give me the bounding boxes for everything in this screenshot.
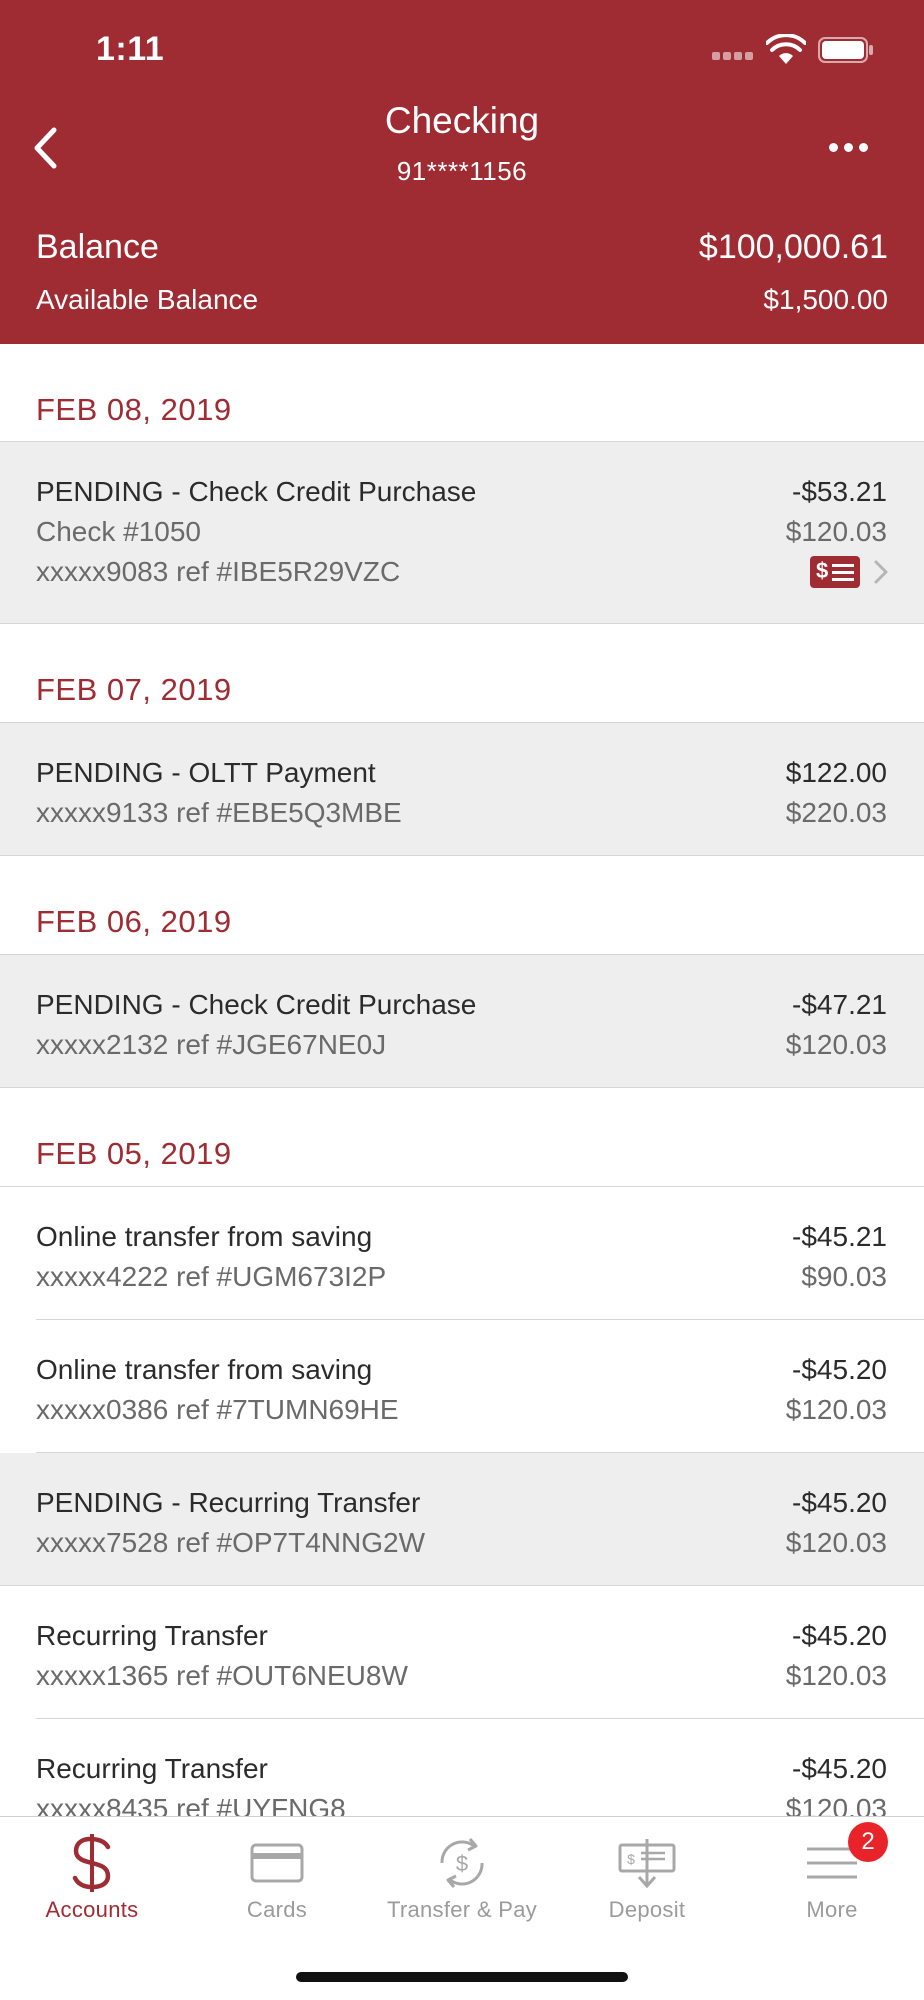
balance-value: $100,000.61 bbox=[698, 228, 888, 266]
available-balance-label: Available Balance bbox=[36, 284, 259, 315]
transaction-title: PENDING - Check Credit Purchase bbox=[36, 989, 477, 1020]
transaction-row[interactable]: Recurring Transfer xxxxx8435 ref #UYFNG8… bbox=[0, 1719, 924, 1816]
transaction-ref: xxxxx1365 ref #OUT6NEU8W bbox=[36, 1660, 408, 1691]
ellipsis-icon bbox=[826, 139, 871, 157]
tab-more[interactable]: More bbox=[740, 1817, 924, 1937]
balance-label: Balance bbox=[36, 228, 159, 266]
date-header: FEB 07, 2019 bbox=[0, 624, 924, 723]
more-options-button[interactable] bbox=[820, 128, 876, 168]
transaction-amount: -$47.21 bbox=[792, 989, 887, 1020]
check-image-icon: $ bbox=[810, 556, 860, 588]
notification-badge: 2 bbox=[848, 1822, 888, 1862]
deposit-check-icon: $ bbox=[618, 1839, 676, 1889]
transaction-amount: -$53.21 bbox=[792, 476, 887, 507]
transaction-amount: -$45.20 bbox=[792, 1620, 887, 1651]
transaction-row[interactable]: PENDING - Check Credit Purchase Check #1… bbox=[0, 442, 924, 624]
svg-text:$: $ bbox=[627, 1851, 635, 1867]
svg-text:$: $ bbox=[456, 1851, 468, 1876]
transaction-title: PENDING - Recurring Transfer bbox=[36, 1487, 421, 1518]
transaction-list[interactable]: FEB 08, 2019 PENDING - Check Credit Purc… bbox=[0, 344, 924, 1816]
transaction-title: PENDING - Check Credit Purchase bbox=[36, 476, 477, 507]
transaction-row[interactable]: PENDING - Check Credit Purchase xxxxx213… bbox=[0, 955, 924, 1088]
status-time: 1:11 bbox=[96, 30, 165, 68]
tab-label: Cards bbox=[246, 1897, 308, 1922]
dollar-icon bbox=[72, 1834, 111, 1892]
cellular-signal-icon bbox=[712, 52, 756, 60]
tab-cards[interactable]: Cards bbox=[185, 1817, 369, 1937]
tab-label: Transfer & Pay bbox=[386, 1897, 538, 1922]
date-header: FEB 06, 2019 bbox=[0, 856, 924, 955]
transaction-title: PENDING - OLTT Payment bbox=[36, 757, 376, 788]
transaction-ref: xxxxx0386 ref #7TUMN69HE bbox=[36, 1394, 399, 1425]
transaction-amount: -$45.20 bbox=[792, 1487, 887, 1518]
transaction-amount: $122.00 bbox=[785, 757, 887, 788]
transaction-amount: -$45.20 bbox=[792, 1354, 887, 1385]
running-balance: $120.03 bbox=[785, 1793, 887, 1816]
running-balance: $220.03 bbox=[785, 797, 887, 828]
tab-deposit[interactable]: $ Deposit bbox=[555, 1817, 739, 1937]
transaction-ref: xxxxx9083 ref #IBE5R29VZC bbox=[36, 556, 401, 587]
chevron-right-icon bbox=[874, 560, 888, 584]
transaction-amount: -$45.21 bbox=[792, 1221, 887, 1252]
view-check-image[interactable]: $ bbox=[810, 556, 890, 588]
available-balance-value: $1,500.00 bbox=[763, 284, 888, 315]
transaction-ref: xxxxx2132 ref #JGE67NE0J bbox=[36, 1029, 387, 1060]
tab-label: Accounts bbox=[45, 1897, 139, 1922]
transaction-row[interactable]: Online transfer from saving xxxxx0386 re… bbox=[0, 1320, 924, 1453]
transaction-ref: xxxxx8435 ref #UYFNG8 bbox=[36, 1793, 346, 1816]
running-balance: $120.03 bbox=[785, 1527, 887, 1558]
transaction-row[interactable]: Recurring Transfer xxxxx1365 ref #OUT6NE… bbox=[0, 1586, 924, 1719]
date-header: FEB 08, 2019 bbox=[0, 344, 924, 442]
home-indicator[interactable] bbox=[296, 1972, 628, 1982]
account-header: 1:11 Checking 91****1156 Balance $100,00… bbox=[0, 0, 924, 344]
transaction-row[interactable]: PENDING - OLTT Payment xxxxx9133 ref #EB… bbox=[0, 723, 924, 856]
tab-accounts[interactable]: Accounts bbox=[0, 1817, 184, 1937]
transaction-ref: xxxxx9133 ref #EBE5Q3MBE bbox=[36, 797, 402, 828]
tab-label: Deposit bbox=[608, 1897, 686, 1922]
battery-icon bbox=[818, 37, 873, 63]
page-title: Checking bbox=[384, 100, 540, 141]
transaction-title: Recurring Transfer bbox=[36, 1753, 268, 1784]
tab-transfer-pay[interactable]: $ Transfer & Pay bbox=[370, 1817, 554, 1937]
account-number: 91****1156 bbox=[396, 156, 528, 186]
transaction-row[interactable]: Online transfer from saving xxxxx4222 re… bbox=[0, 1187, 924, 1320]
date-header: FEB 05, 2019 bbox=[0, 1088, 924, 1187]
card-icon bbox=[250, 1843, 304, 1883]
check-number: Check #1050 bbox=[36, 516, 202, 547]
transaction-ref: xxxxx7528 ref #OP7T4NNG2W bbox=[36, 1527, 426, 1558]
running-balance: $90.03 bbox=[801, 1261, 887, 1292]
transaction-row[interactable]: PENDING - Recurring Transfer xxxxx7528 r… bbox=[0, 1453, 924, 1586]
running-balance: $120.03 bbox=[785, 516, 887, 547]
running-balance: $120.03 bbox=[785, 1660, 887, 1691]
wifi-icon bbox=[766, 34, 806, 64]
transaction-amount: -$45.20 bbox=[792, 1753, 887, 1784]
running-balance: $120.03 bbox=[785, 1394, 887, 1425]
transaction-title: Online transfer from saving bbox=[36, 1221, 373, 1252]
transaction-title: Recurring Transfer bbox=[36, 1620, 268, 1651]
transaction-title: Online transfer from saving bbox=[36, 1354, 373, 1385]
running-balance: $120.03 bbox=[785, 1029, 887, 1060]
tab-label: More bbox=[806, 1897, 858, 1922]
transfer-pay-icon: $ bbox=[440, 1838, 484, 1888]
transaction-ref: xxxxx4222 ref #UGM673I2P bbox=[36, 1261, 387, 1292]
